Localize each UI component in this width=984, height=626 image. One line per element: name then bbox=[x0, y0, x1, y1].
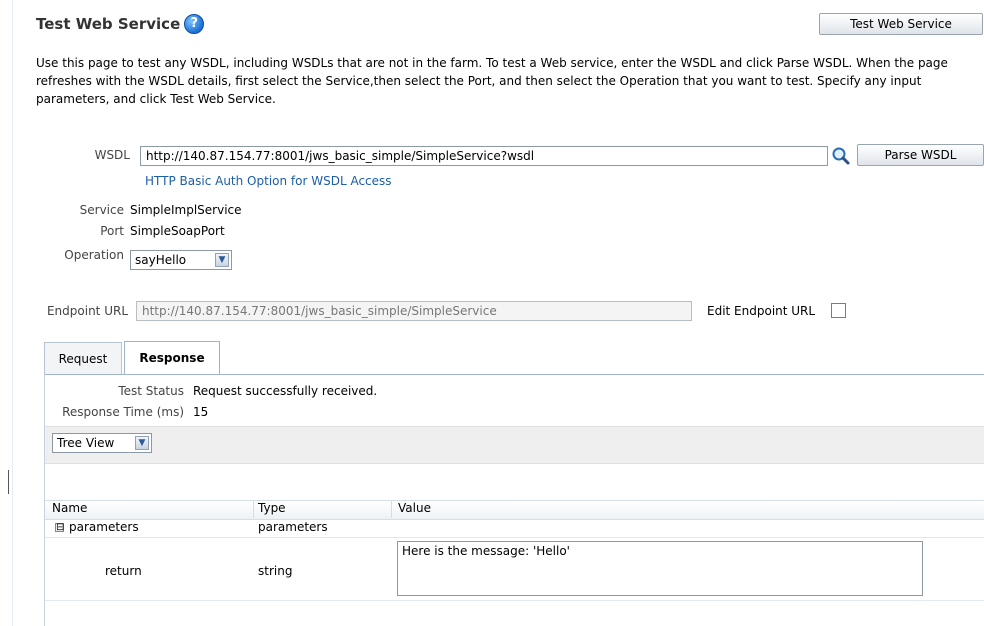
row-type-parameters: parameters bbox=[258, 520, 328, 534]
edit-endpoint-url-label: Edit Endpoint URL bbox=[707, 304, 816, 318]
service-value: SimpleImplService bbox=[130, 203, 242, 217]
page-title: Test Web Service ? bbox=[36, 14, 205, 34]
parse-wsdl-button[interactable]: Parse WSDL bbox=[857, 144, 984, 166]
column-header-name: Name bbox=[52, 501, 88, 515]
tab-bar-divider bbox=[44, 374, 984, 375]
row-separator bbox=[45, 600, 984, 601]
port-value: SimpleSoapPort bbox=[130, 224, 225, 238]
column-header-type: Type bbox=[258, 501, 286, 515]
return-value-field[interactable]: Here is the message: 'Hello' bbox=[397, 541, 923, 596]
row-separator bbox=[45, 537, 984, 538]
chevron-down-icon: ▼ bbox=[135, 436, 149, 450]
tab-response[interactable]: Response bbox=[124, 341, 220, 374]
search-icon[interactable] bbox=[831, 146, 851, 166]
chevron-down-icon: ▼ bbox=[215, 253, 229, 267]
response-time-label: Response Time (ms) bbox=[62, 405, 184, 419]
row-name-parameters: parameters bbox=[69, 520, 139, 534]
tab-request[interactable]: Request bbox=[44, 342, 122, 374]
collapse-icon[interactable]: ⊟ bbox=[55, 523, 64, 533]
view-mode-select-value: Tree View bbox=[57, 436, 115, 450]
edit-endpoint-url-checkbox[interactable] bbox=[831, 303, 846, 318]
row-name-return: return bbox=[105, 564, 142, 578]
wsdl-input[interactable]: http://140.87.154.77:8001/jws_basic_simp… bbox=[140, 146, 828, 166]
view-mode-select[interactable]: Tree View ▼ bbox=[52, 433, 152, 453]
response-time-value: 15 bbox=[193, 405, 209, 419]
port-label: Port bbox=[100, 224, 124, 238]
basic-auth-link[interactable]: HTTP Basic Auth Option for WSDL Access bbox=[145, 174, 392, 188]
operation-select[interactable]: sayHello ▼ bbox=[130, 250, 232, 270]
service-label: Service bbox=[79, 203, 124, 217]
operation-select-value: sayHello bbox=[135, 253, 187, 267]
test-status-label: Test Status bbox=[118, 384, 184, 398]
response-toolbar bbox=[45, 426, 984, 464]
column-divider[interactable] bbox=[391, 500, 392, 518]
test-web-service-button[interactable]: Test Web Service bbox=[819, 13, 983, 35]
help-icon[interactable]: ? bbox=[184, 14, 205, 34]
row-type-return: string bbox=[258, 564, 293, 578]
endpoint-url-label: Endpoint URL bbox=[46, 304, 128, 318]
splitter-handle[interactable] bbox=[8, 470, 9, 494]
test-status-value: Request successfully received. bbox=[193, 384, 378, 398]
column-divider[interactable] bbox=[253, 500, 254, 518]
column-header-value: Value bbox=[398, 501, 431, 515]
page-title-text: Test Web Service bbox=[36, 15, 181, 33]
endpoint-url-input: http://140.87.154.77:8001/jws_basic_simp… bbox=[136, 301, 692, 321]
page-description: Use this page to test any WSDL, includin… bbox=[36, 56, 948, 106]
operation-label: Operation bbox=[64, 248, 124, 262]
table-header bbox=[45, 500, 984, 520]
wsdl-label: WSDL bbox=[94, 148, 130, 162]
